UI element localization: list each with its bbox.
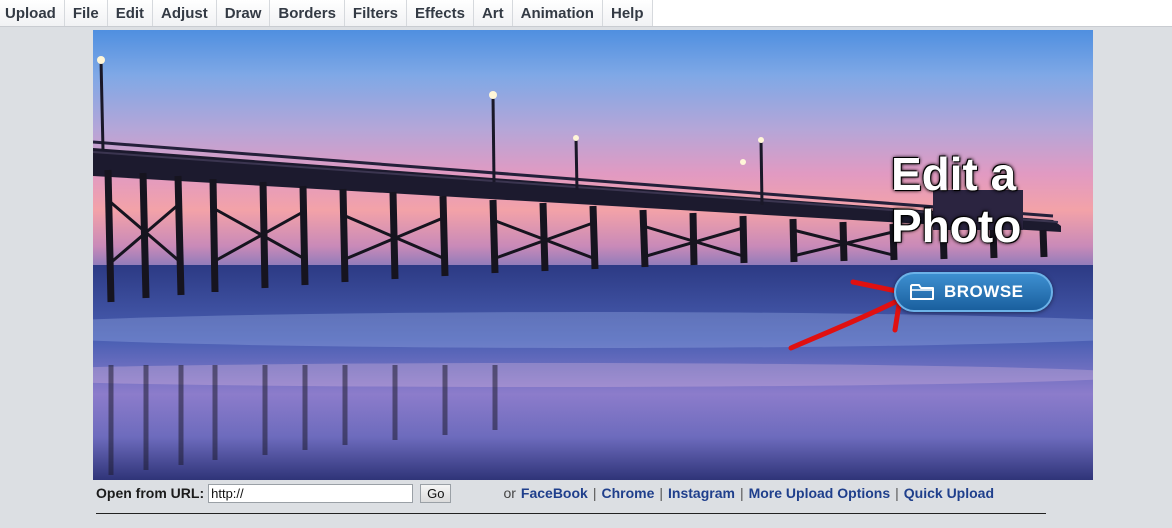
upload-links: or FaceBook | Chrome | Instagram | More … xyxy=(503,485,994,501)
hero-photo: Edit a Photo BROWSE xyxy=(93,30,1093,480)
instagram-link[interactable]: Instagram xyxy=(668,485,735,501)
hero-title: Edit a Photo xyxy=(891,148,1071,252)
hero-title-line1: Edit a xyxy=(891,148,1017,200)
pier-scene-image xyxy=(93,56,1093,480)
menu-upload[interactable]: Upload xyxy=(0,0,65,26)
separator: | xyxy=(739,485,744,501)
menu-help[interactable]: Help xyxy=(602,0,653,26)
go-button[interactable]: Go xyxy=(420,483,452,503)
more-upload-options-link[interactable]: More Upload Options xyxy=(749,485,891,501)
url-label: Open from URL: xyxy=(96,485,205,501)
divider-line xyxy=(96,513,1046,514)
menu-adjust[interactable]: Adjust xyxy=(153,0,217,26)
menu-borders[interactable]: Borders xyxy=(270,0,345,26)
folder-icon xyxy=(910,283,934,301)
separator: | xyxy=(895,485,899,501)
chrome-link[interactable]: Chrome xyxy=(601,485,654,501)
facebook-link[interactable]: FaceBook xyxy=(521,485,588,501)
menu-draw[interactable]: Draw xyxy=(216,0,271,26)
menu-animation[interactable]: Animation xyxy=(512,0,603,26)
menu-art[interactable]: Art xyxy=(473,0,513,26)
menu-bar: Upload File Edit Adjust Draw Borders Fil… xyxy=(0,0,1172,27)
browse-button[interactable]: BROWSE xyxy=(894,272,1053,312)
separator: | xyxy=(659,485,664,501)
menu-edit[interactable]: Edit xyxy=(107,0,154,26)
menu-file[interactable]: File xyxy=(64,0,108,26)
hero-title-line2: Photo xyxy=(891,200,1022,252)
url-input[interactable] xyxy=(208,483,414,503)
or-text: or xyxy=(503,485,516,501)
browse-label: BROWSE xyxy=(944,282,1024,301)
menu-effects[interactable]: Effects xyxy=(406,0,474,26)
menu-filters[interactable]: Filters xyxy=(344,0,407,26)
separator: | xyxy=(592,485,597,501)
quick-upload-link[interactable]: Quick Upload xyxy=(904,485,994,501)
open-from-url-row: Open from URL: Go or FaceBook | Chrome |… xyxy=(96,482,1046,504)
